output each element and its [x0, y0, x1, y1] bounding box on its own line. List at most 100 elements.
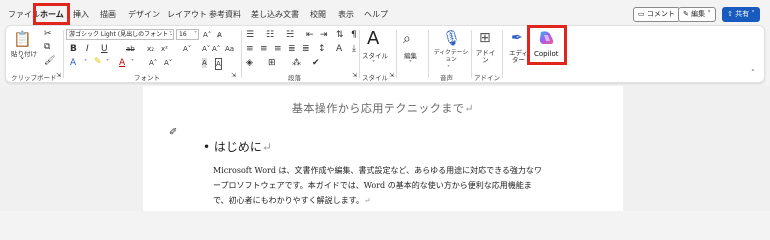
- italic-button[interactable]: I: [86, 44, 89, 54]
- strikethrough-button[interactable]: ab: [126, 44, 135, 54]
- borders-icon[interactable]: ⊞: [268, 58, 276, 68]
- phonetic-guide-icon[interactable]: ⁂: [292, 58, 301, 68]
- underline-button[interactable]: U: [101, 44, 108, 54]
- tab-design[interactable]: デザイン: [128, 8, 160, 22]
- font-size-shrink-icon[interactable]: A˅: [202, 44, 210, 54]
- paragraph-text: で、初心者にもわかりやすく解説します。: [213, 196, 364, 205]
- subscript-button[interactable]: x₂: [147, 44, 154, 54]
- align-right-icon[interactable]: ≡: [274, 44, 282, 54]
- document-paragraph-line: ープロソフトウェアです。本ガイドでは、Word の基本的な使い方から便利な応用機…: [213, 181, 532, 190]
- editor-label[interactable]: エディター: [506, 50, 531, 64]
- line-spacing-icon[interactable]: ↕: [318, 44, 326, 54]
- multilevel-list-icon[interactable]: ☵: [286, 30, 294, 40]
- styles-group-label: スタイル: [362, 74, 388, 82]
- clear-formatting-icon[interactable]: A̷: [217, 30, 222, 40]
- paste-icon[interactable]: 📋: [13, 31, 32, 47]
- character-border-icon[interactable]: A: [215, 58, 222, 70]
- chevron-down-icon[interactable]: ˅: [106, 58, 109, 68]
- enclose-characters-icon[interactable]: ✔: [312, 58, 320, 68]
- group-divider: [241, 30, 242, 78]
- styles-icon[interactable]: A: [367, 30, 379, 48]
- font-grow-icon[interactable]: A˄: [203, 30, 211, 40]
- share-icon: ⇧: [727, 10, 733, 18]
- cut-icon[interactable]: ✂: [44, 29, 52, 39]
- paragraph-mark: ↵: [261, 140, 272, 154]
- sort-icon[interactable]: ⇅: [336, 30, 344, 40]
- add-ins-group-label: アドイン: [474, 74, 500, 82]
- tab-insert[interactable]: 挿入: [73, 8, 89, 22]
- dictate-label[interactable]: ディクテーション: [431, 50, 471, 64]
- text-direction-icon[interactable]: ⤓: [352, 44, 356, 54]
- font-name-field[interactable]: 游ゴシック Light (見出しのフォント - ˅: [66, 29, 174, 40]
- dialog-launcher-icon[interactable]: ⇲: [231, 71, 236, 81]
- distributed-icon[interactable]: ≣: [302, 44, 310, 54]
- add-ins-icon[interactable]: ⊞: [479, 30, 491, 46]
- edit-mode-button[interactable]: ✎ 編集 ˅: [678, 7, 716, 22]
- editor-icon[interactable]: ✒: [511, 30, 523, 46]
- bullets-icon[interactable]: ☰: [246, 30, 254, 40]
- tab-layout[interactable]: レイアウト: [167, 8, 207, 22]
- font-name-value: 游ゴシック Light (見出しのフォント -: [69, 31, 173, 38]
- show-marks-icon[interactable]: ¶: [351, 30, 357, 40]
- align-center-icon[interactable]: ≡: [260, 44, 268, 54]
- bold-button[interactable]: B: [70, 44, 77, 54]
- superscript-button[interactable]: x²: [161, 44, 168, 54]
- increase-indent-icon[interactable]: ⇥: [320, 30, 328, 40]
- collapse-ribbon-icon[interactable]: ˄: [751, 68, 755, 78]
- chevron-down-icon[interactable]: ˅: [409, 59, 412, 69]
- text-effects-icon[interactable]: A˅: [183, 44, 191, 54]
- justify-icon[interactable]: ≣: [288, 44, 296, 54]
- chevron-down-icon[interactable]: ˅: [84, 58, 87, 68]
- chevron-down-icon[interactable]: ˅: [372, 59, 375, 69]
- numbering-icon[interactable]: ☷: [266, 30, 274, 40]
- decrease-indent-icon[interactable]: ⇤: [306, 30, 314, 40]
- chevron-down-icon[interactable]: ˅: [131, 58, 134, 68]
- copilot-label[interactable]: Copilot: [534, 50, 559, 58]
- dialog-launcher-icon[interactable]: ⇲: [389, 71, 394, 81]
- comment-button[interactable]: ▭ コメント: [633, 7, 680, 22]
- chevron-down-icon: ˅: [707, 10, 711, 18]
- document-paragraph-line: で、初心者にもわかりやすく解説します。↵: [213, 195, 613, 206]
- group-divider: [359, 30, 360, 78]
- copilot-draft-icon[interactable]: ✐: [169, 128, 177, 138]
- text-effect-icon[interactable]: A: [70, 58, 76, 68]
- chevron-down-icon[interactable]: ˅: [20, 57, 25, 67]
- font-size-increase-icon[interactable]: A˄: [212, 44, 220, 54]
- tab-file[interactable]: ファイル: [8, 8, 40, 22]
- font-color-icon[interactable]: A: [119, 58, 125, 68]
- character-shading-icon[interactable]: A: [202, 58, 207, 68]
- share-button[interactable]: ⇧ 共有 ˅: [722, 7, 760, 22]
- shading-icon[interactable]: ◈: [246, 58, 253, 68]
- font-size-field[interactable]: 16 ˅: [176, 29, 199, 40]
- grow-font-icon[interactable]: A˄: [149, 58, 157, 68]
- tab-help[interactable]: ヘルプ: [364, 8, 388, 22]
- copy-icon[interactable]: ⧉: [44, 42, 50, 52]
- dialog-launcher-icon[interactable]: ⇲: [352, 71, 357, 81]
- tab-view[interactable]: 表示: [338, 8, 354, 22]
- ribbon-tab-bar: ファイル ホーム 挿入 描画 デザイン レイアウト 参考資料 差し込み文書 校閲…: [0, 0, 770, 26]
- add-ins-label[interactable]: アドイン: [473, 50, 498, 64]
- change-case-icon[interactable]: Aa: [225, 44, 234, 54]
- document-page[interactable]: 基本操作から応用テクニックまで↵ ✐ • はじめに↵ Microsoft Wor…: [143, 86, 623, 211]
- styles-label[interactable]: スタイル: [362, 50, 388, 60]
- comment-label: コメント: [646, 10, 675, 18]
- shrink-font-icon[interactable]: A˅: [164, 58, 172, 68]
- tab-references[interactable]: 参考資料: [209, 8, 241, 22]
- tab-review[interactable]: 校閲: [310, 8, 326, 22]
- microphone-icon[interactable]: 🎙: [442, 30, 461, 46]
- tab-home[interactable]: ホーム: [40, 8, 64, 25]
- copilot-icon[interactable]: [537, 30, 557, 46]
- subtitle-text: 基本操作から応用テクニックまで: [291, 102, 465, 115]
- dialog-launcher-icon[interactable]: ⇲: [56, 71, 61, 81]
- asian-layout-icon[interactable]: A: [336, 44, 342, 54]
- format-painter-icon[interactable]: 🖌: [44, 56, 55, 66]
- highlighter-icon[interactable]: ✎: [94, 57, 102, 67]
- tab-mailings[interactable]: 差し込み文書: [251, 8, 299, 22]
- tab-draw[interactable]: 描画: [100, 8, 116, 22]
- group-divider: [63, 30, 64, 78]
- document-area: 基本操作から応用テクニックまで↵ ✐ • はじめに↵ Microsoft Wor…: [0, 86, 770, 211]
- font-size-value: 16: [179, 31, 187, 38]
- search-icon[interactable]: ⌕: [403, 32, 411, 46]
- align-left-icon[interactable]: ≡: [246, 44, 254, 54]
- chevron-down-icon: ˅: [751, 10, 755, 18]
